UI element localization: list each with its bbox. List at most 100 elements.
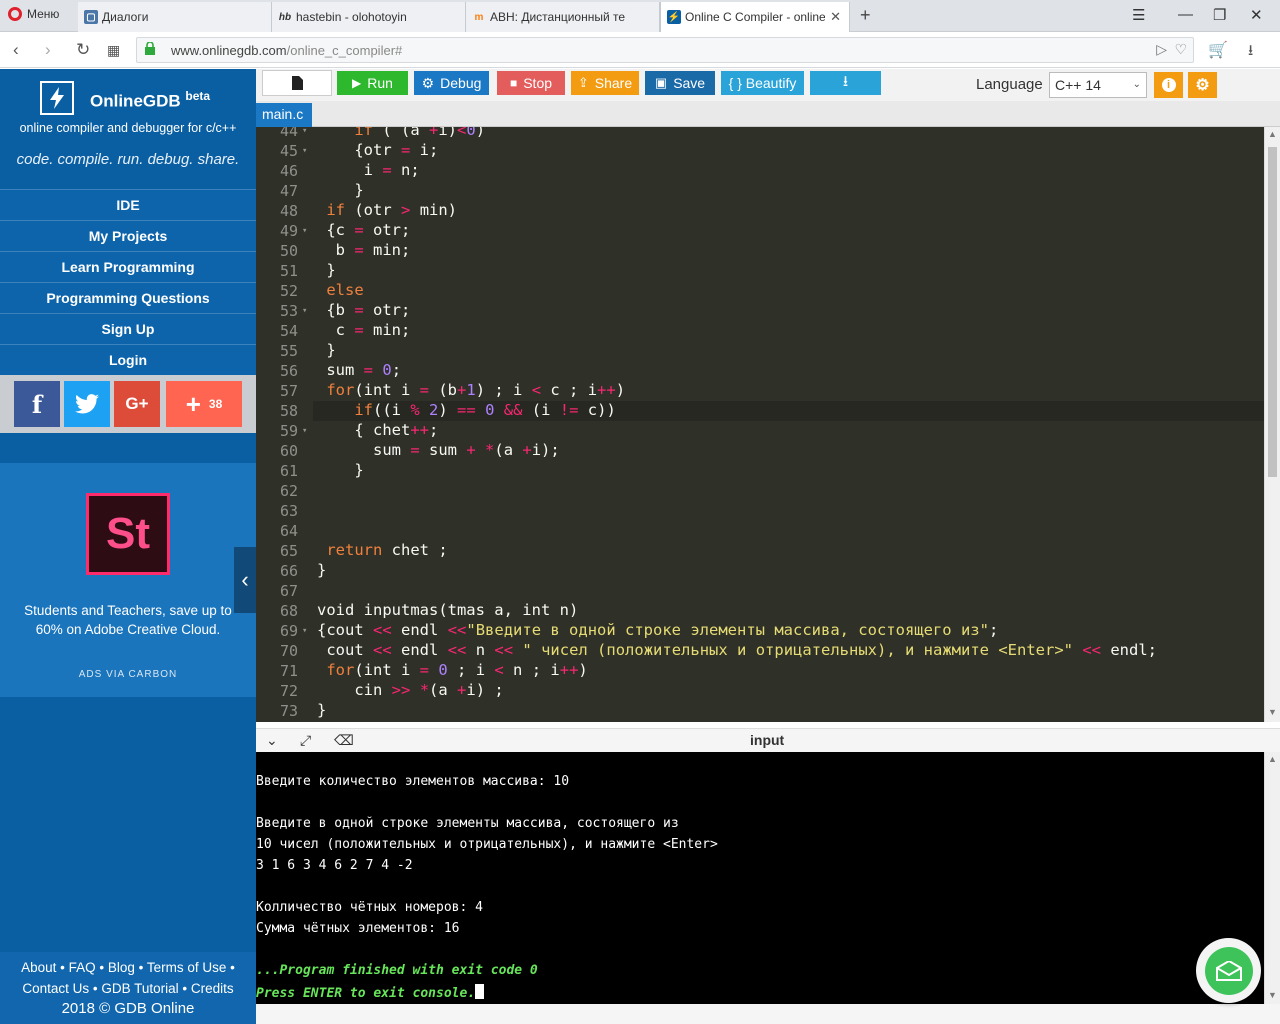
floppy-icon: ▣ bbox=[654, 75, 668, 90]
debug-button[interactable]: ⚙ Debug bbox=[414, 71, 489, 95]
new-file-button[interactable] bbox=[262, 70, 332, 96]
footer-links-2[interactable]: Contact Us • GDB Tutorial • Credits bbox=[0, 979, 256, 1000]
fold-toggle-icon[interactable]: ▾ bbox=[302, 226, 307, 236]
chevron-down-icon[interactable]: ⌄ bbox=[266, 732, 278, 749]
language-select[interactable]: C++ 14 ⌄ bbox=[1049, 72, 1147, 98]
tab-menu-icon[interactable]: ☰ bbox=[1132, 6, 1145, 24]
code-editor[interactable]: 44 ▾ 45 ▾ 46 47 48 49 ▾ 50 51 52 53 ▾ 54 55 56 57 58 59 ▾ 60 6… bbox=[256, 127, 1264, 722]
forward-icon[interactable]: › bbox=[45, 40, 51, 60]
code-line[interactable]: c = min; bbox=[317, 321, 411, 339]
facebook-icon: f bbox=[31, 389, 43, 419]
sidebar-item-login[interactable]: Login bbox=[0, 344, 256, 375]
code-line[interactable]: {cout << endl <<"Введите в одной строке … bbox=[317, 621, 998, 639]
reload-icon[interactable]: ↻ bbox=[76, 40, 90, 60]
logo-area[interactable]: OnlineGDB beta online compiler and debug… bbox=[0, 69, 256, 145]
google-plus-button[interactable]: G+ bbox=[114, 381, 160, 427]
code-line[interactable]: return chet ; bbox=[317, 541, 447, 559]
code-line[interactable]: sum = sum + *(a +i); bbox=[317, 441, 560, 459]
facebook-button[interactable]: f bbox=[14, 381, 60, 427]
close-window-icon[interactable]: ✕ bbox=[1250, 6, 1263, 24]
code-line[interactable]: } bbox=[317, 461, 363, 479]
browser-tab-avn[interactable]: m АВН: Дистанционный те bbox=[466, 2, 660, 32]
scroll-down-icon[interactable]: ▼ bbox=[1268, 990, 1277, 1000]
back-icon[interactable]: ‹ bbox=[13, 40, 19, 60]
footer-links-1[interactable]: About • FAQ • Blog • Terms of Use • bbox=[0, 958, 256, 979]
code-line[interactable]: } bbox=[317, 341, 335, 359]
url-field[interactable]: www.onlinegdb.com/online_c_compiler# ▷ ♡ bbox=[136, 37, 1194, 63]
scroll-down-icon[interactable]: ▼ bbox=[1268, 707, 1277, 717]
stop-button[interactable]: ■ Stop bbox=[497, 71, 565, 95]
code-line[interactable]: cin >> *(a +i) ; bbox=[317, 681, 503, 699]
code-line[interactable]: for(int i = (b+1) ; i < c ; i++) bbox=[317, 381, 625, 399]
code-line[interactable]: } bbox=[317, 261, 335, 279]
sidebar-item-my-projects[interactable]: My Projects bbox=[0, 220, 256, 251]
run-button[interactable]: ▶ Run bbox=[337, 71, 408, 95]
settings-button[interactable]: ⚙ bbox=[1188, 72, 1217, 98]
editor-scrollbar[interactable]: ▲ ▼ bbox=[1264, 127, 1280, 722]
sidebar-item-learn-programming[interactable]: Learn Programming bbox=[0, 251, 256, 282]
code-line[interactable]: } bbox=[317, 561, 326, 579]
share-more-button[interactable]: + 38 bbox=[166, 381, 242, 427]
code-line[interactable]: {c = otr; bbox=[317, 221, 410, 239]
sidebar-item-sign-up[interactable]: Sign Up bbox=[0, 313, 256, 344]
file-tab-main-c[interactable]: main.c bbox=[256, 103, 312, 127]
save-button[interactable]: ▣ Save bbox=[645, 71, 715, 95]
code-line[interactable]: sum = 0; bbox=[317, 361, 401, 379]
chevron-down-icon: ⌄ bbox=[1132, 79, 1141, 90]
code-line[interactable]: cout << endl << n << " чисел (положитель… bbox=[317, 641, 1157, 659]
language-label: Language bbox=[976, 76, 1043, 93]
code-line[interactable]: b = min; bbox=[317, 241, 411, 259]
maximize-icon[interactable]: ❐ bbox=[1213, 6, 1226, 24]
info-button[interactable]: i bbox=[1154, 72, 1183, 98]
clear-console-icon[interactable]: ⌫ bbox=[334, 732, 354, 749]
chat-button[interactable] bbox=[1196, 938, 1261, 1003]
scroll-up-icon[interactable]: ▲ bbox=[1268, 129, 1277, 139]
console-line: Введите в одной строке элементы массива,… bbox=[256, 816, 679, 831]
code-line[interactable]: } bbox=[317, 701, 326, 719]
expand-icon[interactable]: ⤢ bbox=[300, 732, 311, 749]
collapse-sidebar-button[interactable]: ‹ bbox=[234, 547, 256, 613]
code-line[interactable]: if((i % 2) == 0 && (i != c)) bbox=[317, 401, 615, 419]
sidebar-item-programming-questions[interactable]: Programming Questions bbox=[0, 282, 256, 313]
code-line[interactable]: if (otr > min) bbox=[317, 201, 457, 219]
console-scrollbar[interactable]: ▲ ▼ bbox=[1264, 752, 1280, 1004]
bookmark-heart-icon[interactable]: ♡ bbox=[1174, 41, 1187, 58]
opera-menu-button[interactable]: Меню bbox=[8, 7, 59, 21]
download-icon[interactable]: ⭳ bbox=[1248, 40, 1253, 65]
fold-toggle-icon[interactable]: ▾ bbox=[302, 306, 307, 316]
send-icon[interactable]: ▷ bbox=[1156, 41, 1167, 58]
editor-scroll-thumb[interactable] bbox=[1268, 147, 1277, 477]
browser-tab-onlinegdb[interactable]: ⚡ Online C Compiler - online ✕ bbox=[660, 2, 850, 32]
console-output[interactable]: Введите количество элементов массива: 10… bbox=[256, 752, 1264, 1004]
fold-toggle-icon[interactable]: ▾ bbox=[302, 426, 307, 436]
code-line[interactable]: if ( (a +i)<0) bbox=[317, 127, 485, 139]
browser-tab-dialogs[interactable]: ▢ Диалоги bbox=[78, 2, 272, 32]
minimize-icon[interactable]: — bbox=[1178, 6, 1193, 23]
scroll-up-icon[interactable]: ▲ bbox=[1268, 754, 1277, 764]
tab-close-icon[interactable]: ✕ bbox=[830, 9, 841, 25]
fold-toggle-icon[interactable]: ▾ bbox=[302, 626, 307, 636]
browser-tab-hastebin[interactable]: hb hastebin - olohotoyin bbox=[272, 2, 466, 32]
fold-toggle-icon[interactable]: ▾ bbox=[302, 127, 307, 136]
code-line[interactable]: {otr = i; bbox=[317, 141, 438, 159]
ad-text: Students and Teachers, save up to 60% on… bbox=[24, 603, 232, 637]
code-line[interactable]: for(int i = 0 ; i < n ; i++) bbox=[317, 661, 587, 679]
code-line[interactable]: } bbox=[317, 181, 363, 199]
new-tab-button[interactable]: + bbox=[860, 5, 871, 26]
code-line[interactable]: {b = otr; bbox=[317, 301, 410, 319]
code-line[interactable]: { chet++; bbox=[317, 421, 438, 439]
fold-toggle-icon[interactable]: ▾ bbox=[302, 146, 307, 156]
code-line[interactable]: i = n; bbox=[317, 161, 420, 179]
share-button[interactable]: ⇪ Share bbox=[571, 71, 639, 95]
brand-name: OnlineGDB beta bbox=[90, 89, 211, 111]
console-line: Колличество чётных номеров: 4 bbox=[256, 900, 483, 915]
download-button[interactable]: ⭳ bbox=[810, 71, 881, 95]
carbon-ad[interactable]: St Students and Teachers, save up to 60%… bbox=[0, 463, 256, 697]
sidebar-item-ide[interactable]: IDE bbox=[0, 189, 256, 220]
twitter-button[interactable] bbox=[64, 381, 110, 427]
code-line[interactable]: void inputmas(tmas a, int n) bbox=[317, 601, 578, 619]
cart-icon[interactable]: 🛒 bbox=[1208, 40, 1228, 60]
speed-dial-icon[interactable]: ▦ bbox=[107, 42, 120, 59]
beautify-button[interactable]: { } Beautify bbox=[721, 71, 804, 95]
code-line[interactable]: else bbox=[317, 281, 363, 299]
